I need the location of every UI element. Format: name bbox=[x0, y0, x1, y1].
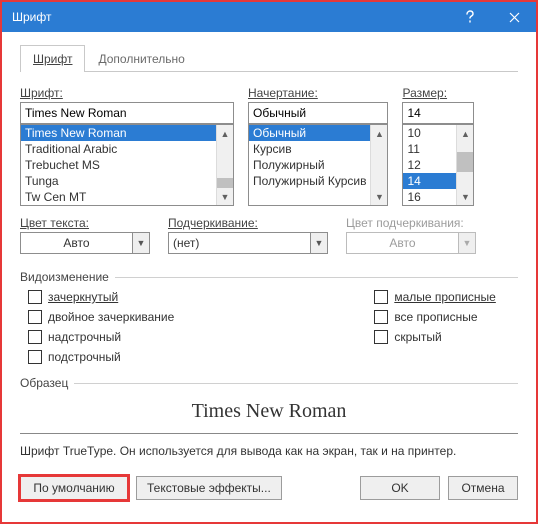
font-color-label: Цвет текста: bbox=[20, 216, 150, 230]
list-item[interactable]: 16 bbox=[403, 189, 456, 205]
font-hint: Шрифт TrueType. Он используется для выво… bbox=[20, 444, 518, 458]
cancel-button[interactable]: Отмена bbox=[448, 476, 518, 500]
checkbox-allcaps[interactable]: все прописные bbox=[374, 310, 496, 324]
list-item[interactable]: Полужирный bbox=[249, 157, 370, 173]
font-label: Шрифт: bbox=[20, 86, 234, 100]
underline-color-label: Цвет подчеркивания: bbox=[346, 216, 476, 230]
underline-style-combo[interactable]: (нет) ▼ bbox=[168, 232, 328, 254]
list-item[interactable]: Traditional Arabic bbox=[21, 141, 216, 157]
checkbox-subscript[interactable]: подстрочный bbox=[28, 350, 174, 364]
size-input[interactable] bbox=[402, 102, 474, 124]
checkbox-smallcaps[interactable]: малые прописные bbox=[374, 290, 496, 304]
close-button[interactable] bbox=[492, 2, 536, 32]
list-item[interactable]: Times New Roman bbox=[21, 125, 216, 141]
checkbox-superscript[interactable]: надстрочный bbox=[28, 330, 174, 344]
font-color-combo[interactable]: Авто ▼ bbox=[20, 232, 150, 254]
scrollbar[interactable]: ▲ ▼ bbox=[456, 125, 473, 205]
style-listbox[interactable]: Обычный Курсив Полужирный Полужирный Кур… bbox=[248, 124, 388, 206]
checkbox-double-strikethrough[interactable]: двойное зачеркивание bbox=[28, 310, 174, 324]
underline-color-combo: Авто ▼ bbox=[346, 232, 476, 254]
list-item[interactable]: 14 bbox=[403, 173, 456, 189]
list-item[interactable]: Курсив bbox=[249, 141, 370, 157]
window-title: Шрифт bbox=[12, 10, 448, 24]
scrollbar[interactable]: ▲ ▼ bbox=[370, 125, 387, 205]
checkbox-hidden[interactable]: скрытый bbox=[374, 330, 496, 344]
chevron-down-icon[interactable]: ▼ bbox=[132, 232, 150, 254]
list-item[interactable]: Полужирный Курсив bbox=[249, 173, 370, 189]
list-item[interactable]: Tunga bbox=[21, 173, 216, 189]
help-button[interactable] bbox=[448, 2, 492, 32]
sample-preview: Times New Roman bbox=[20, 390, 518, 434]
list-item[interactable]: 12 bbox=[403, 157, 456, 173]
tab-advanced[interactable]: Дополнительно bbox=[85, 45, 197, 72]
ok-button[interactable]: OK bbox=[360, 476, 440, 500]
style-label: Начертание: bbox=[248, 86, 388, 100]
chevron-down-icon: ▼ bbox=[458, 232, 476, 254]
size-label: Размер: bbox=[402, 86, 474, 100]
underline-style-label: Подчеркивание: bbox=[168, 216, 328, 230]
sample-group-label: Образец bbox=[20, 376, 518, 390]
style-input[interactable] bbox=[248, 102, 388, 124]
effects-group-label: Видоизменение bbox=[20, 270, 518, 284]
list-item[interactable]: Tw Cen MT bbox=[21, 189, 216, 205]
tab-bar: Шрифт Дополнительно bbox=[20, 44, 518, 72]
size-listbox[interactable]: 10 11 12 14 16 ▲ ▼ bbox=[402, 124, 474, 206]
list-item[interactable]: Обычный bbox=[249, 125, 370, 141]
titlebar: Шрифт bbox=[2, 2, 536, 32]
set-default-button[interactable]: По умолчанию bbox=[20, 476, 128, 500]
checkbox-strikethrough[interactable]: зачеркнутый bbox=[28, 290, 174, 304]
list-item[interactable]: 10 bbox=[403, 125, 456, 141]
font-listbox[interactable]: Times New Roman Traditional Arabic Trebu… bbox=[20, 124, 234, 206]
list-item[interactable]: Trebuchet MS bbox=[21, 157, 216, 173]
tab-font[interactable]: Шрифт bbox=[20, 45, 85, 72]
list-item[interactable]: 11 bbox=[403, 141, 456, 157]
font-input[interactable] bbox=[20, 102, 234, 124]
text-effects-button[interactable]: Текстовые эффекты... bbox=[136, 476, 282, 500]
chevron-down-icon[interactable]: ▼ bbox=[310, 232, 328, 254]
scrollbar[interactable]: ▲ ▼ bbox=[216, 125, 233, 205]
